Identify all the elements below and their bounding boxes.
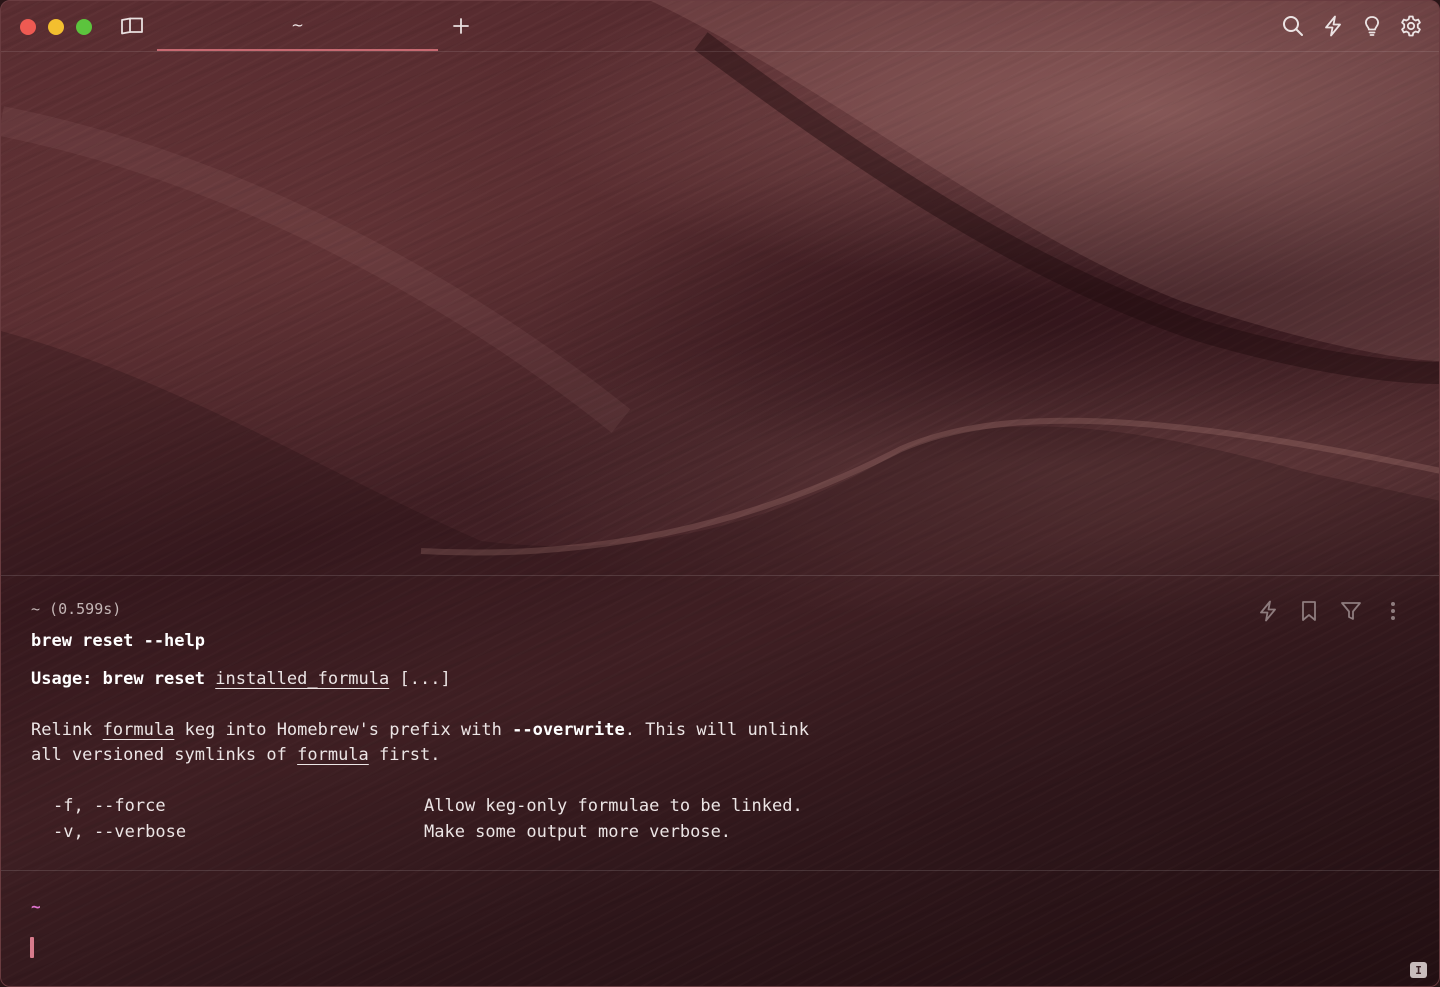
desc-text: . This will unlink bbox=[624, 720, 809, 740]
command-block[interactable]: ~ (0.599s) brew reset --help Usage: brew… bbox=[1, 575, 1439, 871]
description-line-2: all versioned symlinks of formula first. bbox=[31, 745, 440, 765]
bookmark-icon[interactable] bbox=[1297, 599, 1321, 623]
close-window-button[interactable] bbox=[20, 19, 36, 35]
desc-text: keg into Homebrew's prefix with bbox=[184, 720, 502, 740]
search-icon[interactable] bbox=[1281, 14, 1305, 38]
terminal-window: ~ ~ (0.599s) brew reset --help Usage: br… bbox=[0, 0, 1440, 987]
description-line-1: Relink formula keg into Homebrew's prefi… bbox=[31, 720, 809, 740]
option-flag: -v, --verbose bbox=[53, 822, 187, 842]
lightbulb-icon[interactable] bbox=[1360, 14, 1384, 38]
usage-rest: [...] bbox=[399, 669, 451, 689]
option-description: Allow keg-only formulae to be linked. bbox=[424, 796, 803, 816]
prompt-directory: ~ bbox=[31, 897, 41, 916]
input-mode-icon[interactable]: I bbox=[1410, 962, 1427, 978]
usage-line: Usage: brew reset installed_formula [...… bbox=[31, 669, 451, 689]
usage-arg: installed_formula bbox=[215, 669, 390, 689]
lightning-icon[interactable] bbox=[1321, 14, 1345, 38]
desc-text: first. bbox=[379, 745, 441, 765]
desc-formula-arg: formula bbox=[102, 720, 175, 740]
desc-formula-arg: formula bbox=[297, 745, 369, 765]
plus-icon[interactable] bbox=[449, 13, 473, 39]
command-text: brew reset --help bbox=[31, 631, 205, 651]
desc-text: all versioned symlinks of bbox=[31, 745, 287, 765]
input-cursor[interactable] bbox=[30, 937, 34, 958]
tab-title: ~ bbox=[291, 16, 304, 34]
desc-text: Relink bbox=[31, 720, 93, 740]
option-description: Make some output more verbose. bbox=[424, 822, 732, 842]
option-flag: -f, --force bbox=[53, 796, 166, 816]
sidebar-icon[interactable] bbox=[119, 15, 145, 37]
lightning-icon[interactable] bbox=[1256, 599, 1280, 623]
gear-icon[interactable] bbox=[1399, 14, 1423, 38]
more-vertical-icon[interactable] bbox=[1381, 599, 1405, 623]
block-meta: ~ (0.599s) bbox=[31, 600, 122, 618]
minimize-window-button[interactable] bbox=[48, 19, 64, 35]
tab-home[interactable]: ~ bbox=[157, 1, 438, 51]
usage-label: Usage: brew reset bbox=[31, 669, 205, 689]
desc-flag: --overwrite bbox=[512, 720, 625, 740]
maximize-window-button[interactable] bbox=[76, 19, 92, 35]
title-bar: ~ bbox=[1, 1, 1439, 52]
filter-icon[interactable] bbox=[1339, 599, 1363, 623]
